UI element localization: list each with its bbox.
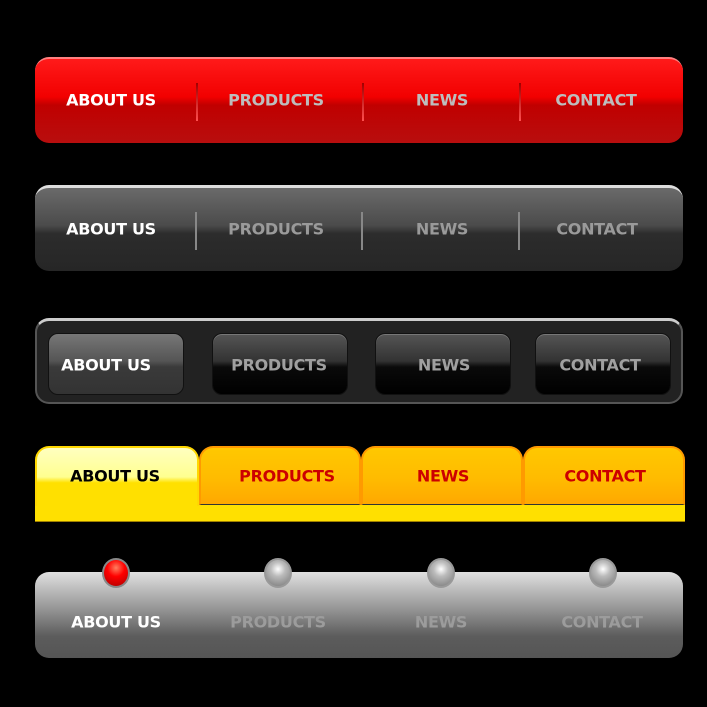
tab-products[interactable]: PRODUCTS [199, 446, 361, 505]
tab-nav-bar: PRODUCTS NEWS CONTACT ABOUT US [35, 446, 685, 522]
divider [196, 83, 198, 121]
nav-news[interactable]: NEWS [415, 613, 468, 632]
indicator-knob[interactable] [589, 558, 617, 588]
tab-label: PRODUCTS [239, 466, 335, 486]
nav-about-us[interactable]: ABOUT US [71, 613, 161, 632]
divider [195, 212, 197, 250]
divider [362, 83, 364, 121]
nav-label: NEWS [417, 355, 471, 375]
tab-label: CONTACT [564, 466, 646, 486]
nav-contact[interactable]: CONTACT [561, 613, 643, 632]
nav-products-button[interactable]: PRODUCTS [212, 333, 348, 395]
nav-about-us-button[interactable]: ABOUT US [48, 333, 184, 395]
button-nav-bar: ABOUT US PRODUCTS NEWS CONTACT [35, 318, 683, 404]
nav-about-us[interactable]: ABOUT US [66, 220, 156, 239]
tab-contact[interactable]: CONTACT [523, 446, 685, 505]
red-nav-bar: ABOUT US PRODUCTS NEWS CONTACT [35, 57, 683, 143]
nav-about-us[interactable]: ABOUT US [66, 91, 156, 110]
tab-news[interactable]: NEWS [361, 446, 523, 505]
nav-label: ABOUT US [61, 355, 151, 375]
tab-about-us[interactable]: ABOUT US [35, 446, 199, 506]
tab-label: NEWS [416, 466, 470, 486]
divider [361, 212, 363, 250]
nav-label: PRODUCTS [231, 355, 327, 375]
nav-products[interactable]: PRODUCTS [228, 220, 324, 239]
nav-label: CONTACT [559, 355, 641, 375]
tab-strip [35, 504, 685, 522]
knob-nav-bar: ABOUT US PRODUCTS NEWS CONTACT [35, 558, 683, 658]
indicator-knob[interactable] [264, 558, 292, 588]
tab-label: ABOUT US [70, 466, 160, 486]
indicator-knob-active[interactable] [102, 558, 130, 588]
divider [519, 83, 521, 121]
nav-news[interactable]: NEWS [416, 91, 469, 110]
nav-news[interactable]: NEWS [416, 220, 469, 239]
dark-nav-bar: ABOUT US PRODUCTS NEWS CONTACT [35, 185, 683, 271]
divider [518, 212, 520, 250]
nav-products[interactable]: PRODUCTS [228, 91, 324, 110]
nav-products[interactable]: PRODUCTS [230, 613, 326, 632]
nav-contact[interactable]: CONTACT [555, 91, 637, 110]
nav-news-button[interactable]: NEWS [375, 333, 511, 395]
indicator-knob[interactable] [427, 558, 455, 588]
nav-contact[interactable]: CONTACT [556, 220, 638, 239]
nav-contact-button[interactable]: CONTACT [535, 333, 671, 395]
